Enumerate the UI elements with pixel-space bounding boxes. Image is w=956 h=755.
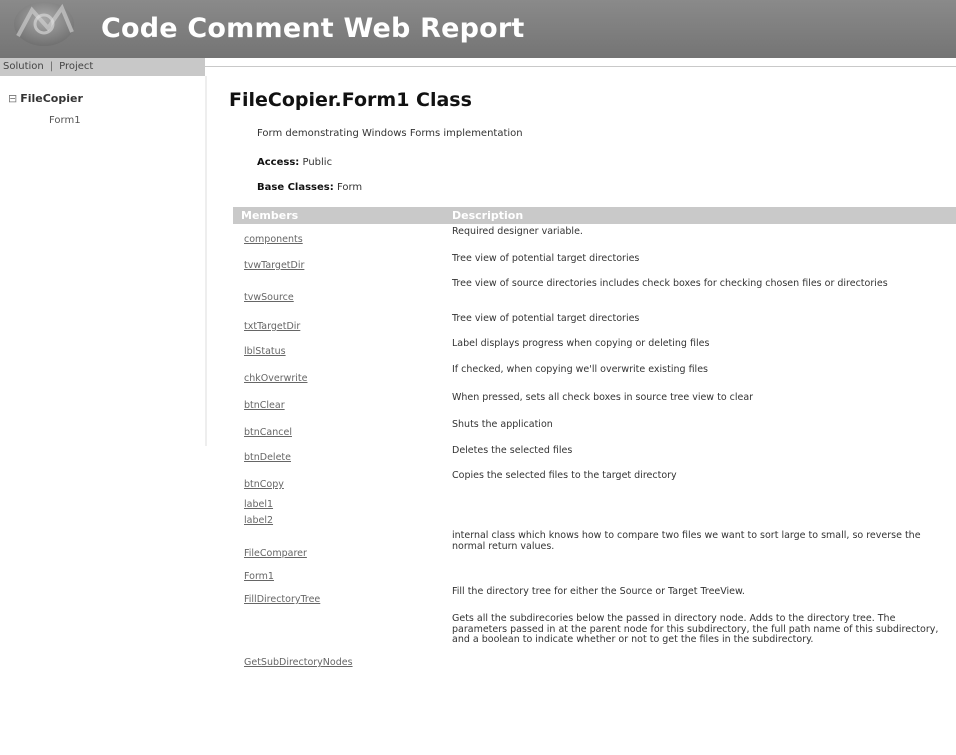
table-row: lblStatus Label displays progress when co… <box>233 336 956 362</box>
member-description: If checked, when copying we'll overwrite… <box>452 364 708 375</box>
member-link[interactable]: chkOverwrite <box>244 373 307 384</box>
table-row: label1 <box>233 496 956 512</box>
solution-tree-pane: ⊟ FileCopier Form1 <box>0 76 207 446</box>
table-row: chkOverwrite If checked, when copying we'… <box>233 362 956 390</box>
table-row: txtTargetDir Tree view of potential targe… <box>233 311 956 336</box>
member-link[interactable]: components <box>244 234 303 245</box>
member-description: Label displays progress when copying or … <box>452 338 710 349</box>
member-link[interactable]: label2 <box>244 515 273 526</box>
member-link[interactable]: label1 <box>244 499 273 510</box>
report-header: Code Comment Web Report <box>0 0 956 58</box>
member-description: Fill the directory tree for either the S… <box>452 586 745 597</box>
project-link[interactable]: Project <box>59 61 93 72</box>
tree-collapse-icon[interactable]: ⊟ <box>8 92 17 105</box>
table-row: btnDelete Deletes the selected files <box>233 443 956 468</box>
page-title: FileCopier.Form1 Class <box>229 89 472 111</box>
member-description: When pressed, sets all check boxes in so… <box>452 392 754 403</box>
tree-node-label: FileCopier <box>20 92 83 105</box>
nav-separator: | <box>49 61 54 72</box>
member-description: Deletes the selected files <box>452 445 573 456</box>
table-row: label2 <box>233 512 956 528</box>
table-header: Members Description <box>233 207 956 224</box>
member-link[interactable]: lblStatus <box>244 346 286 357</box>
column-header-description: Description <box>452 209 524 222</box>
member-link[interactable]: FileComparer <box>244 548 307 559</box>
table-row: btnClear When pressed, sets all check box… <box>233 390 956 417</box>
member-link[interactable]: tvwSource <box>244 292 294 303</box>
members-table: Members Description components Required d… <box>233 207 956 673</box>
table-row: tvwTargetDir Tree view of potential targe… <box>233 251 956 276</box>
solution-project-nav: Solution | Project <box>0 58 205 76</box>
table-row: btnCopy Copies the selected files to the … <box>233 468 956 496</box>
base-classes-value: Form <box>336 182 363 193</box>
base-classes-label: Base Classes: <box>257 182 334 193</box>
member-description: Gets all the subdirecories below the pas… <box>452 613 939 645</box>
member-link[interactable]: FillDirectoryTree <box>244 594 320 605</box>
table-row: FillDirectoryTree Fill the directory tree… <box>233 584 956 611</box>
table-row: Form1 <box>233 568 956 584</box>
member-description: Tree view of potential target directorie… <box>452 253 640 264</box>
access-label: Access: <box>257 157 300 168</box>
member-description: internal class which knows how to compar… <box>452 530 921 552</box>
access-value: Public <box>302 157 333 168</box>
tree-node-filecopier[interactable]: ⊟ FileCopier <box>8 92 83 105</box>
gear-logo-icon <box>14 2 74 46</box>
member-link[interactable]: btnDelete <box>244 452 291 463</box>
class-summary: Form demonstrating Windows Forms impleme… <box>257 128 523 139</box>
table-row: GetSubDirectoryNodes Gets all the subdire… <box>233 611 956 673</box>
table-row: components Required designer variable. <box>233 224 956 251</box>
app-title: Code Comment Web Report <box>101 13 525 44</box>
base-classes-info: Base Classes: Form <box>257 182 362 193</box>
member-description: Required designer variable. <box>452 226 583 237</box>
table-row: FileComparer internal class which knows h… <box>233 528 956 568</box>
member-description: Tree view of potential target directorie… <box>452 313 640 324</box>
column-header-members: Members <box>241 209 299 222</box>
member-description: Copies the selected files to the target … <box>452 470 677 481</box>
member-link[interactable]: txtTargetDir <box>244 321 300 332</box>
member-link[interactable]: GetSubDirectoryNodes <box>244 657 353 668</box>
table-row: btnCancel Shuts the application <box>233 417 956 443</box>
header-divider <box>205 66 956 67</box>
solution-link[interactable]: Solution <box>3 61 44 72</box>
member-link[interactable]: btnCopy <box>244 479 284 490</box>
access-info: Access: Public <box>257 157 332 168</box>
member-description: Tree view of source directories includes… <box>452 278 888 289</box>
table-row: tvwSource Tree view of source directories… <box>233 276 956 311</box>
member-description: Shuts the application <box>452 419 553 430</box>
table-body: components Required designer variable. tvw… <box>233 224 956 673</box>
member-link[interactable]: btnCancel <box>244 427 292 438</box>
member-link[interactable]: Form1 <box>244 571 274 582</box>
member-link[interactable]: tvwTargetDir <box>244 260 304 271</box>
member-link[interactable]: btnClear <box>244 400 285 411</box>
tree-item-form1[interactable]: Form1 <box>49 115 81 126</box>
